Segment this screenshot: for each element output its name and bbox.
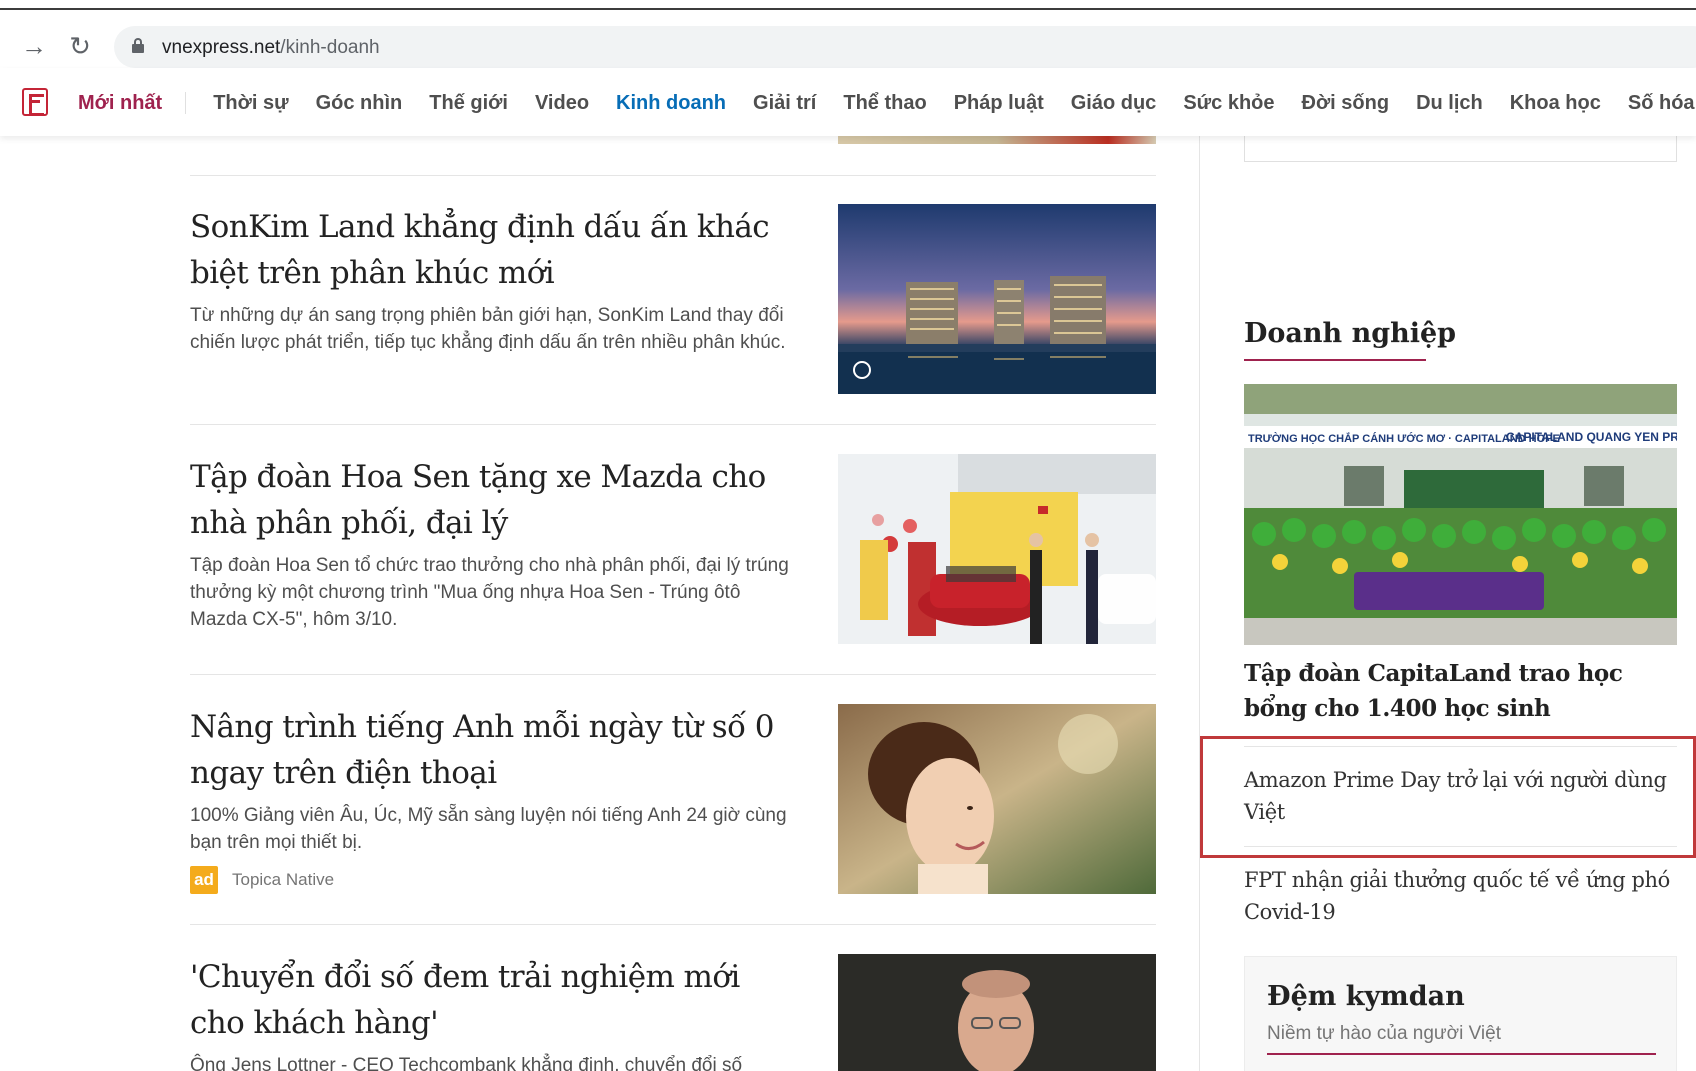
reload-icon[interactable]: ↻ [66, 32, 94, 60]
article-title[interactable]: Tập đoàn Hoa Sen tặng xe Mazda cho nhà p… [190, 454, 790, 546]
vnexpress-logo-icon[interactable] [22, 88, 48, 116]
ad-badge: ad [190, 866, 218, 894]
article-description: 100% Giảng viên Âu, Úc, Mỹ sẵn sàng luyệ… [190, 805, 787, 853]
city-night-photo [838, 204, 1156, 394]
article-divider [190, 424, 1156, 425]
promo-box[interactable]: Đệm kymdan Niềm tự hào của người Việt [1244, 956, 1677, 1071]
group-students-photo: TRƯỜNG HỌC CHẮP CÁNH ƯỚC MƠ · CAPITALAND… [1244, 384, 1677, 645]
article-item: Tập đoàn Hoa Sen tặng xe Mazda cho nhà p… [190, 454, 1156, 654]
article-description: Tập đoàn Hoa Sen tổ chức trao thưởng cho… [190, 555, 789, 630]
address-bar[interactable]: vnexpress.net/kinh-doanh [114, 26, 1696, 68]
nav-item-giao-duc[interactable]: Giáo dục [1071, 92, 1157, 115]
sidebar-link-fpt[interactable]: FPT nhận giải thưởng quốc tế về ứng phó … [1244, 864, 1674, 928]
highlight-annotation-box [1200, 736, 1696, 858]
sidebar-heading[interactable]: Doanh nghiệp [1244, 318, 1456, 349]
ad-source[interactable]: Topica Native [232, 870, 334, 890]
nav-item-video[interactable]: Video [535, 92, 589, 115]
nav-item-goc-nhin[interactable]: Góc nhìn [316, 92, 403, 115]
promo-underline [1267, 1053, 1656, 1055]
article-item: SonKim Land khẳng định dấu ấn khác biệt … [190, 204, 1156, 404]
nav-divider [185, 92, 187, 114]
nav-item-giai-tri[interactable]: Giải trí [753, 92, 816, 115]
nav-item-kinh-doanh[interactable]: Kinh doanh [616, 92, 726, 115]
promo-title[interactable]: Đệm kymdan [1267, 981, 1465, 1012]
sidebar-photo[interactable]: TRƯỜNG HỌC CHẮP CÁNH ƯỚC MƠ · CAPITALAND… [1244, 384, 1677, 645]
article-item: Nâng trình tiếng Anh mỗi ngày từ số 0 ng… [190, 704, 1156, 904]
nav-item-phap-luat[interactable]: Pháp luật [954, 92, 1044, 115]
article-title[interactable]: Nâng trình tiếng Anh mỗi ngày từ số 0 ng… [190, 704, 790, 796]
site-nav: Mới nhất Thời sự Góc nhìn Thế giới Video… [0, 68, 1696, 136]
article-item: 'Chuyển đổi số đem trải nghiệm mới cho k… [190, 954, 1156, 1071]
nav-item-so-hoa[interactable]: Số hóa [1628, 92, 1695, 115]
url-text: vnexpress.net/kinh-doanh [162, 37, 380, 59]
promo-subtitle: Niềm tự hào của người Việt [1267, 1023, 1501, 1044]
article-title[interactable]: SonKim Land khẳng định dấu ấn khác biệt … [190, 204, 790, 296]
forward-arrow-icon[interactable]: → [20, 32, 48, 60]
nav-item-thoi-su[interactable]: Thời sự [213, 92, 288, 115]
woman-portrait-photo [838, 704, 1156, 894]
nav-item-khoa-hoc[interactable]: Khoa học [1510, 92, 1601, 115]
heading-underline [1244, 359, 1426, 361]
column-divider [1199, 136, 1200, 1071]
ceo-portrait-photo [838, 954, 1156, 1071]
nav-menu: Mới nhất Thời sự Góc nhìn Thế giới Video… [78, 90, 1696, 116]
nav-item-moi-nhat[interactable]: Mới nhất [78, 92, 162, 115]
lock-icon [132, 38, 144, 54]
photo-banner-right: CAPITALAND QUANG YEN PRIM [1506, 430, 1677, 444]
nav-item-the-gioi[interactable]: Thế giới [429, 92, 508, 115]
article-title[interactable]: 'Chuyển đổi số đem trải nghiệm mới cho k… [190, 954, 790, 1046]
article-divider [190, 924, 1156, 925]
nav-item-doi-song[interactable]: Đời sống [1302, 92, 1390, 115]
nav-item-suc-khoe[interactable]: Sức khỏe [1183, 92, 1274, 115]
url-path: /kinh-doanh [280, 37, 380, 58]
ad-attribution: ad Topica Native [190, 866, 334, 894]
car-award-photo [838, 454, 1156, 644]
nav-item-du-lich[interactable]: Du lịch [1416, 92, 1483, 115]
article-thumbnail[interactable] [838, 454, 1156, 644]
url-domain: vnexpress.net [162, 37, 281, 58]
browser-toolbar: → ↻ vnexpress.net/kinh-doanh [0, 10, 1696, 68]
article-description: Ông Jens Lottner - CEO Techcombank khẳng… [190, 1055, 743, 1071]
sidebar-main-title[interactable]: Tập đoàn CapitaLand trao học bổng cho 1.… [1244, 656, 1684, 726]
article-divider [190, 674, 1156, 675]
article-thumbnail[interactable] [838, 204, 1156, 394]
article-divider [190, 175, 1156, 176]
article-thumbnail[interactable] [838, 704, 1156, 894]
article-thumbnail[interactable] [838, 954, 1156, 1071]
nav-item-the-thao[interactable]: Thể thao [843, 92, 926, 115]
article-description: Từ những dự án sang trọng phiên bản giới… [190, 305, 786, 353]
